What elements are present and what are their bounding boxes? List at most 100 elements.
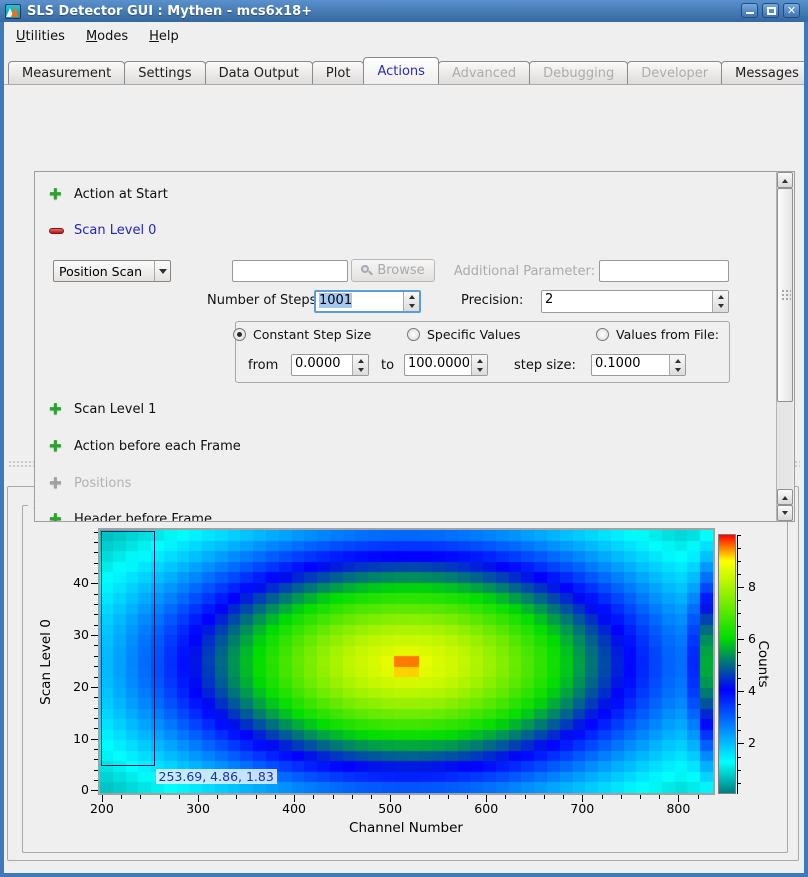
scan-level-1-label[interactable]: Scan Level 1 [74,402,156,417]
maximize-icon [767,7,776,15]
from-value: 0.0000 [292,355,352,375]
spinner-buttons[interactable] [403,292,419,311]
scan-mode-select[interactable]: Position Scan [53,260,171,282]
scrollbar-thumb[interactable] [777,188,793,402]
spin-down-icon [358,368,364,375]
spin-down-icon [718,304,724,311]
to-value: 100.0000 [405,355,471,375]
axis-tick-label: 600 [466,801,506,816]
axis-tick [94,563,98,564]
radio-specific-values[interactable]: Specific Values [407,327,520,342]
axis-tick [94,604,98,605]
axis-tick [94,759,98,760]
from-label: from [248,358,278,373]
axis-tick [94,697,98,698]
spinner-buttons[interactable] [669,355,685,375]
axis-tick [94,718,98,719]
colorbar [718,534,736,794]
axis-tick [390,795,391,799]
axis-tick [738,587,741,588]
axis-tick [94,583,98,584]
action-before-frame-label[interactable]: Action before each Frame [74,439,241,454]
tab-actions[interactable]: Actions [363,57,439,84]
axis-tick [94,790,98,791]
step-size-spinbox[interactable]: 0.1000 [591,354,686,376]
axis-tick [621,795,622,799]
axis-tick [738,665,741,666]
axis-tick [429,795,430,799]
scroll-down-button[interactable] [777,505,793,521]
additional-parameter-label: Additional Parameter: [437,264,595,279]
axis-tick [602,795,603,799]
tab-messages[interactable]: Messages [721,61,808,84]
plus-icon[interactable]: ✚ [49,439,64,454]
radio-icon [233,328,246,341]
axis-tick-label: 500 [370,801,410,816]
precision-spinbox[interactable]: 2 [541,290,729,313]
header-before-frame-label[interactable]: Header before Frame [74,512,212,522]
to-spinbox[interactable]: 100.0000 [404,354,488,376]
step-size-value: 0.1000 [592,355,669,375]
axis-tick-label: 200 [82,801,122,816]
additional-parameter-input[interactable] [599,260,729,282]
close-button[interactable]: ✕ [783,3,800,18]
axis-tick [582,795,583,799]
dropdown-button[interactable] [154,261,170,281]
scroll-up-button[interactable] [777,172,793,188]
axis-tick [738,600,741,601]
radio-icon [596,328,609,341]
window-border-right [804,0,808,877]
from-spinbox[interactable]: 0.0000 [291,354,369,376]
tab-measurement[interactable]: Measurement [8,61,125,84]
menu-help[interactable]: Help [140,25,188,48]
script-file-input[interactable] [232,260,348,282]
spinner-buttons[interactable] [471,355,487,375]
title-bar[interactable]: SLS Detector GUI : Mythen - mcs6x18+ ✕ [0,0,808,22]
axis-tick [313,795,314,799]
axis-tick-label: 700 [562,801,602,816]
radio-constant-step-size[interactable]: Constant Step Size [233,327,371,342]
tab-plot[interactable]: Plot [312,61,365,84]
maximize-button[interactable] [762,3,779,18]
number-of-steps-spinbox[interactable]: 1001 [314,290,421,313]
app-icon [5,4,21,19]
plot-canvas-frame [98,528,715,795]
y-axis-title: Scan Level 0 [38,619,54,705]
menu-utilities[interactable]: Utilities [7,25,74,48]
spin-down-icon [409,304,415,311]
axis-tick [94,687,98,688]
axis-tick [236,795,237,799]
axis-tick [94,542,98,543]
window-border-bottom [0,873,808,877]
browse-label: Browse [377,263,424,278]
minus-icon[interactable] [49,228,64,234]
arrow-up-icon [782,493,788,500]
axis-tick [467,795,468,799]
minimize-button[interactable] [741,3,758,18]
scan-level-0-label[interactable]: Scan Level 0 [74,223,156,238]
spinner-buttons[interactable] [352,355,368,375]
browse-button: Browse [351,259,435,282]
action-at-start-label[interactable]: Action at Start [74,187,168,202]
axis-tick [738,691,741,692]
axis-tick [738,704,741,705]
tab-settings[interactable]: Settings [124,61,205,84]
plus-icon[interactable]: ✚ [49,512,64,522]
plus-icon[interactable]: ✚ [49,402,64,417]
axis-tick-label: 8 [748,579,772,594]
plus-icon[interactable]: ✚ [49,187,64,202]
heatmap-canvas[interactable] [100,530,713,793]
scroll-up-button-2[interactable] [777,489,793,505]
tab-data-output[interactable]: Data Output [205,61,313,84]
radio-values-from-file[interactable]: Values from File: [596,327,719,342]
spinner-buttons[interactable] [712,291,728,312]
axis-tick [738,613,741,614]
vertical-scrollbar[interactable] [776,172,793,521]
axis-tick-label: 800 [658,801,698,816]
axis-tick [738,574,741,575]
menu-modes[interactable]: Modes [77,25,137,48]
window-title: SLS Detector GUI : Mythen - mcs6x18+ [27,4,312,19]
axis-tick [160,795,161,799]
axis-tick [486,795,487,799]
axis-tick [94,614,98,615]
